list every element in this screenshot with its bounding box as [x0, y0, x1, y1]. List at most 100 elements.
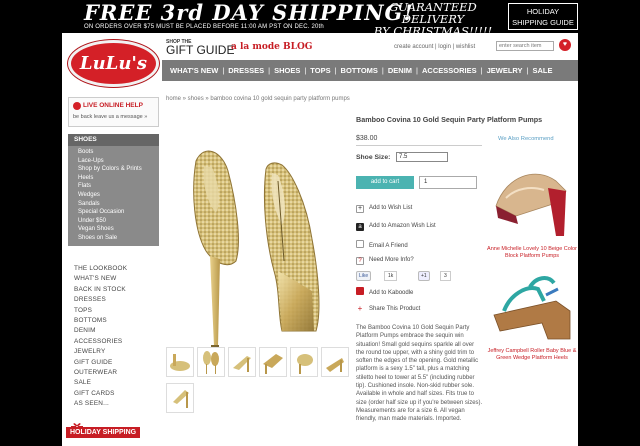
sidebar-item[interactable]: AS SEEN... — [74, 399, 159, 409]
add-to-cart-button[interactable]: add to cart — [356, 176, 414, 189]
page: LuLu's SHOP THE GIFT GUIDE a la mode BLO… — [62, 33, 578, 446]
recommended-caption[interactable]: Jeffrey Campbell Roller Baby Blue & Gree… — [486, 348, 578, 362]
sidebar-item[interactable]: WHAT'S NEW — [74, 274, 159, 284]
thumbnail[interactable] — [228, 347, 256, 377]
quantity-input[interactable]: 1 — [419, 176, 477, 189]
amazon-icon: a — [356, 223, 364, 231]
recommended-caption[interactable]: Anne Michelle Lovely 10 Beige Color Bloc… — [486, 246, 578, 260]
guarantee-text: GUARANTEED DELIVERY BY CHRISTMAS!!!!! — [362, 1, 504, 37]
search-input[interactable]: enter search item — [496, 41, 554, 51]
divider — [356, 145, 482, 146]
recommended-product[interactable]: Anne Michelle Lovely 10 Beige Color Bloc… — [486, 146, 578, 260]
sidebar-item[interactable]: GIFT CARDS — [74, 389, 159, 399]
sidebar-item[interactable]: BOTTOMS — [74, 316, 159, 326]
nav-jewelry[interactable]: JEWELRY — [483, 66, 527, 75]
sidebar-item[interactable]: TOPS — [74, 306, 159, 316]
social-share-bar: Like 1k +1 3 — [356, 271, 464, 282]
nav-denim[interactable]: DENIM — [384, 66, 416, 75]
nav-bottoms[interactable]: BOTTOMS — [337, 66, 382, 75]
nav-accessories[interactable]: ACCESSORIES — [418, 66, 481, 75]
thumbnail[interactable] — [166, 347, 194, 377]
shoes-category-heading[interactable]: SHOES — [68, 134, 159, 146]
live-help-icon — [73, 102, 81, 110]
live-help-title: LIVE ONLINE HELP — [83, 102, 143, 109]
add-to-wish-list-link[interactable]: + Add to Wish List — [356, 205, 412, 213]
subnav-item[interactable]: Wedges — [68, 191, 159, 200]
subnav-item[interactable]: Special Occasion — [68, 208, 159, 217]
breadcrumb[interactable]: home » shoes » bamboo covina 10 gold seq… — [166, 96, 350, 102]
question-icon: ? — [356, 257, 364, 265]
action-label: Add to Wish List — [369, 205, 413, 211]
subnav-item[interactable]: Flats — [68, 182, 159, 191]
action-label: Add to Kaboodle — [369, 290, 414, 296]
lulus-logo[interactable]: LuLu's — [68, 40, 159, 87]
subnav-item[interactable]: Shop by Colors & Prints — [68, 165, 159, 174]
share-icon: + — [357, 304, 363, 313]
sidebar-main-nav: THE LOOKBOOK WHAT'S NEW BACK IN STOCK DR… — [74, 264, 159, 410]
shoes-subnav: Boots Lace-Ups Shop by Colors & Prints H… — [68, 146, 159, 246]
recommended-product-image[interactable] — [486, 146, 578, 241]
need-more-info-link[interactable]: ? Need More Info? — [356, 257, 414, 265]
plus-count: 3 — [440, 271, 451, 281]
sidebar-item[interactable]: JEWELRY — [74, 347, 159, 357]
recommended-product[interactable]: Jeffrey Campbell Roller Baby Blue & Gree… — [486, 265, 578, 362]
subnav-item[interactable]: Boots — [68, 148, 159, 157]
sidebar-item[interactable]: DRESSES — [74, 295, 159, 305]
email-icon — [356, 240, 364, 248]
share-this-product-link[interactable]: + Share This Product — [356, 304, 421, 313]
sidebar-item[interactable]: THE LOOKBOOK — [74, 264, 159, 274]
add-to-kaboodle-link[interactable]: Add to Kaboodle — [356, 287, 413, 296]
promo-banner[interactable]: FREE 3rd DAY SHIPPING! ON ORDERS OVER $7… — [0, 0, 640, 37]
nav-dresses[interactable]: DRESSES — [224, 66, 268, 75]
shoe-size-select[interactable]: 7.5 — [396, 152, 448, 162]
gift-guide-link[interactable]: GIFT GUIDE — [166, 43, 234, 57]
subnav-item[interactable]: Sandals — [68, 200, 159, 209]
holiday-shipping-guide-button[interactable]: HOLIDAY SHIPPING GUIDE — [508, 3, 578, 30]
thumbnail-strip — [166, 345, 349, 417]
guarantee-line-1: GUARANTEED DELIVERY — [389, 0, 477, 26]
kaboodle-icon — [356, 287, 364, 295]
thumbnail[interactable] — [166, 383, 194, 413]
thumbnail[interactable] — [290, 347, 318, 377]
heart-icon[interactable]: ♥ — [559, 39, 571, 51]
sidebar-item[interactable]: GIFT GUIDE — [74, 358, 159, 368]
main-nav: WHAT'S NEW | DRESSES | SHOES | TOPS | BOTTOM… — [162, 60, 578, 81]
subnav-item[interactable]: Vegan Shoes — [68, 225, 159, 234]
thumbnail[interactable] — [197, 347, 225, 377]
subnav-item[interactable]: Heels — [68, 174, 159, 183]
plus-icon: + — [356, 205, 364, 213]
email-a-friend-link[interactable]: Email A Friend — [356, 240, 408, 249]
subnav-item[interactable]: Shoes on Sale — [68, 234, 159, 243]
sidebar-item[interactable]: SALE — [74, 378, 159, 388]
product-main-image[interactable] — [166, 113, 349, 369]
subnav-item[interactable]: Lace-Ups — [68, 157, 159, 166]
sidebar-item[interactable]: ACCESSORIES — [74, 337, 159, 347]
we-also-recommend: We Also Recommend — [498, 136, 554, 142]
action-label: Add to Amazon Wish List — [369, 223, 436, 229]
sidebar-item[interactable]: DENIM — [74, 326, 159, 336]
live-help-box[interactable]: LIVE ONLINE HELP be back leave us a mess… — [68, 97, 159, 127]
product-price: $38.00 — [356, 135, 378, 142]
product-title: Bamboo Covina 10 Gold Sequin Party Platf… — [356, 115, 543, 124]
thumbnail[interactable] — [321, 347, 349, 377]
facebook-like-button[interactable]: Like — [356, 271, 372, 281]
sidebar-item[interactable]: BACK IN STOCK — [74, 285, 159, 295]
blog-link[interactable]: a la mode BLOG — [231, 42, 313, 52]
live-help-sub[interactable]: be back leave us a message » — [73, 114, 147, 120]
holiday-shipping-link[interactable]: HOLIDAY SHIPPING — [66, 427, 141, 438]
sidebar-item[interactable]: OUTERWEAR — [74, 368, 159, 378]
account-links[interactable]: create account | login | wishlist — [394, 44, 475, 50]
nav-shoes[interactable]: SHOES — [270, 66, 304, 75]
nav-tops[interactable]: TOPS — [306, 66, 334, 75]
google-plus-button[interactable]: +1 — [418, 271, 430, 281]
nav-sale[interactable]: SALE — [529, 66, 557, 75]
recommended-product-image[interactable] — [486, 265, 578, 343]
action-label: Email A Friend — [369, 243, 408, 249]
shoe-size-label: Shoe Size: — [356, 154, 391, 161]
product-description: The Bamboo Covina 10 Gold Sequin Party P… — [356, 325, 483, 423]
subnav-item[interactable]: Under $50 — [68, 217, 159, 226]
add-to-amazon-wish-list-link[interactable]: a Add to Amazon Wish List — [356, 223, 436, 231]
nav-whats-new[interactable]: WHAT'S NEW — [166, 66, 222, 75]
thumbnail[interactable] — [259, 347, 287, 377]
holiday-btn-line-1: HOLIDAY — [526, 7, 560, 16]
